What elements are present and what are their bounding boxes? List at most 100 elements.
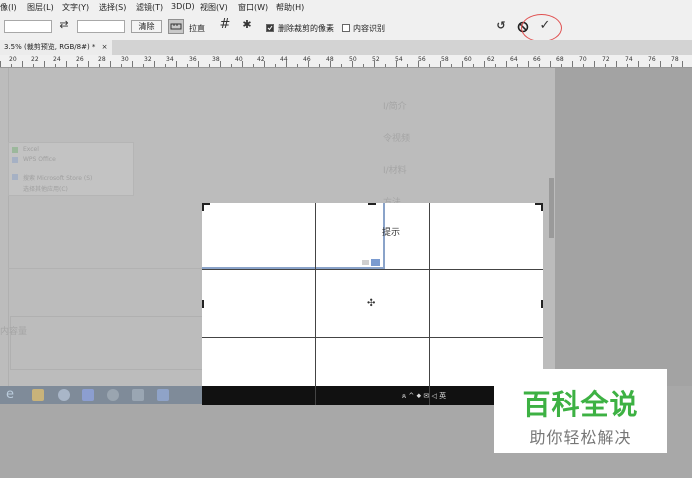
check-icon — [267, 25, 273, 31]
ruler-tick — [451, 64, 452, 67]
ruler-tick — [517, 64, 518, 67]
ruler-tick — [341, 64, 342, 67]
crop-handle-top[interactable] — [368, 203, 376, 205]
document-tab-bar: 3.5% (裁剪预览, RGB/8#) * × — [0, 40, 692, 55]
ruler-tick — [66, 61, 67, 67]
scrollbar[interactable] — [549, 178, 554, 238]
visible-text: 提示 — [382, 228, 401, 238]
crop-handle-left[interactable] — [202, 300, 204, 308]
ghost-popup-item: 搜索 Microsoft Store (S) — [23, 175, 93, 182]
menu-type[interactable]: 文字(Y) — [62, 2, 89, 13]
ruler-tick — [121, 64, 122, 67]
ruler-tick — [176, 61, 177, 67]
ruler-label: 22 — [31, 56, 39, 63]
ruler-tick — [231, 64, 232, 67]
ruler-tick — [0, 61, 1, 67]
swap-arrows-icon[interactable]: ⇄ — [57, 18, 71, 32]
ruler-tick — [385, 64, 386, 67]
ruler-tick — [407, 64, 408, 67]
menu-view[interactable]: 视图(V) — [200, 2, 228, 13]
ruler-tick — [627, 64, 628, 67]
crop-handle-top-right[interactable] — [541, 203, 543, 211]
ruler-label: 70 — [579, 56, 587, 63]
grid-overlay-icon[interactable]: # — [217, 18, 233, 32]
ruler-tick — [11, 64, 12, 67]
ruler-tick — [352, 61, 353, 67]
menu-3d[interactable]: 3D(D) — [171, 2, 195, 11]
delete-cropped-checkbox[interactable] — [266, 24, 274, 32]
ruler-tick — [187, 64, 188, 67]
clear-button[interactable]: 清除 — [131, 20, 162, 33]
straighten-label: 拉直 — [189, 24, 205, 33]
ruler-label: 66 — [533, 56, 541, 63]
ruler-label: 36 — [189, 56, 197, 63]
ruler-tick — [495, 64, 496, 67]
gear-icon[interactable]: ✱ — [240, 18, 254, 32]
crop-region[interactable]: 提示 ጰ ^ ⬥ ✉ ◁ 英 ✣ — [202, 203, 543, 405]
ghost-popup-item: Excel — [23, 146, 39, 153]
menu-window[interactable]: 窗口(W) — [238, 2, 268, 13]
ruler-tick — [528, 61, 529, 67]
ruler-tick — [594, 61, 595, 67]
crop-handle-right[interactable] — [541, 300, 543, 308]
ruler-tick — [132, 61, 133, 67]
inner-popup-icon — [371, 259, 380, 266]
ghost-text: I/简介 — [383, 102, 407, 112]
ruler-tick — [242, 61, 243, 67]
ruler-tick — [638, 61, 639, 67]
menu-bar: 像(I) 图层(L) 文字(Y) 选择(S) 滤镜(T) 3D(D) 视图(V)… — [0, 0, 692, 15]
height-input[interactable] — [77, 20, 125, 33]
ruler-label: 78 — [671, 56, 679, 63]
menu-select[interactable]: 选择(S) — [99, 2, 126, 13]
ruler-tick — [440, 61, 441, 67]
ruler-tick — [286, 61, 287, 67]
folder-icon — [32, 389, 44, 401]
ruler-tick — [77, 64, 78, 67]
ruler-tick — [418, 61, 419, 67]
store-icon — [12, 174, 18, 180]
menu-layer[interactable]: 图层(L) — [27, 2, 54, 13]
ruler-tick — [330, 61, 331, 67]
menu-image[interactable]: 像(I) — [0, 2, 17, 13]
ruler-tick — [220, 61, 221, 67]
ruler-label: 30 — [121, 56, 129, 63]
app-icon — [82, 389, 94, 401]
ghost-taskbar: e — [0, 386, 202, 404]
ruler-tick — [396, 61, 397, 67]
undo-icon[interactable]: ↺ — [494, 19, 508, 33]
options-bar: ⇄ 清除 拉直 # ✱ 删除裁剪的像素 内容识别 ↺ ✓ — [0, 15, 692, 41]
taskbar-tray-icons: ጰ ^ ⬥ ✉ ◁ 英 — [402, 392, 447, 400]
ruler-label: 24 — [53, 56, 61, 63]
ruler-tick — [143, 64, 144, 67]
ruler-label: 60 — [464, 56, 472, 63]
chrome-icon — [107, 389, 119, 401]
ruler-tick — [473, 64, 474, 67]
close-icon[interactable]: × — [102, 43, 108, 51]
straighten-tool-button[interactable] — [168, 19, 184, 34]
document-tab-title: 3.5% (裁剪预览, RGB/8#) * — [4, 43, 96, 51]
width-input[interactable] — [4, 20, 52, 33]
crop-grid-line — [315, 203, 316, 405]
crop-grid-line — [202, 337, 543, 338]
ruler-label: 64 — [510, 56, 518, 63]
ruler-tick — [484, 61, 485, 67]
watermark-subtitle: 助你轻松解决 — [529, 428, 632, 447]
ruler-label: 72 — [602, 56, 610, 63]
crop-handle-top-left[interactable] — [202, 203, 204, 211]
content-aware-checkbox[interactable] — [342, 24, 350, 32]
ruler-tick — [616, 61, 617, 67]
content-aware-label: 内容识别 — [353, 24, 385, 33]
ruler-tick — [165, 64, 166, 67]
ruler-tick — [572, 61, 573, 67]
ruler-tick — [99, 64, 100, 67]
ruler-label: 46 — [303, 56, 311, 63]
ruler-tick — [649, 64, 650, 67]
ruler-tick — [506, 61, 507, 67]
watermark: 百科全说 助你轻松解决 — [494, 369, 667, 453]
menu-filter[interactable]: 滤镜(T) — [136, 2, 163, 13]
ruler-label: 74 — [625, 56, 633, 63]
document-tab[interactable]: 3.5% (裁剪预览, RGB/8#) * × — [0, 40, 112, 55]
menu-help[interactable]: 帮助(H) — [276, 2, 304, 13]
inner-popup-frame — [202, 203, 385, 269]
ruler-label: 28 — [98, 56, 106, 63]
